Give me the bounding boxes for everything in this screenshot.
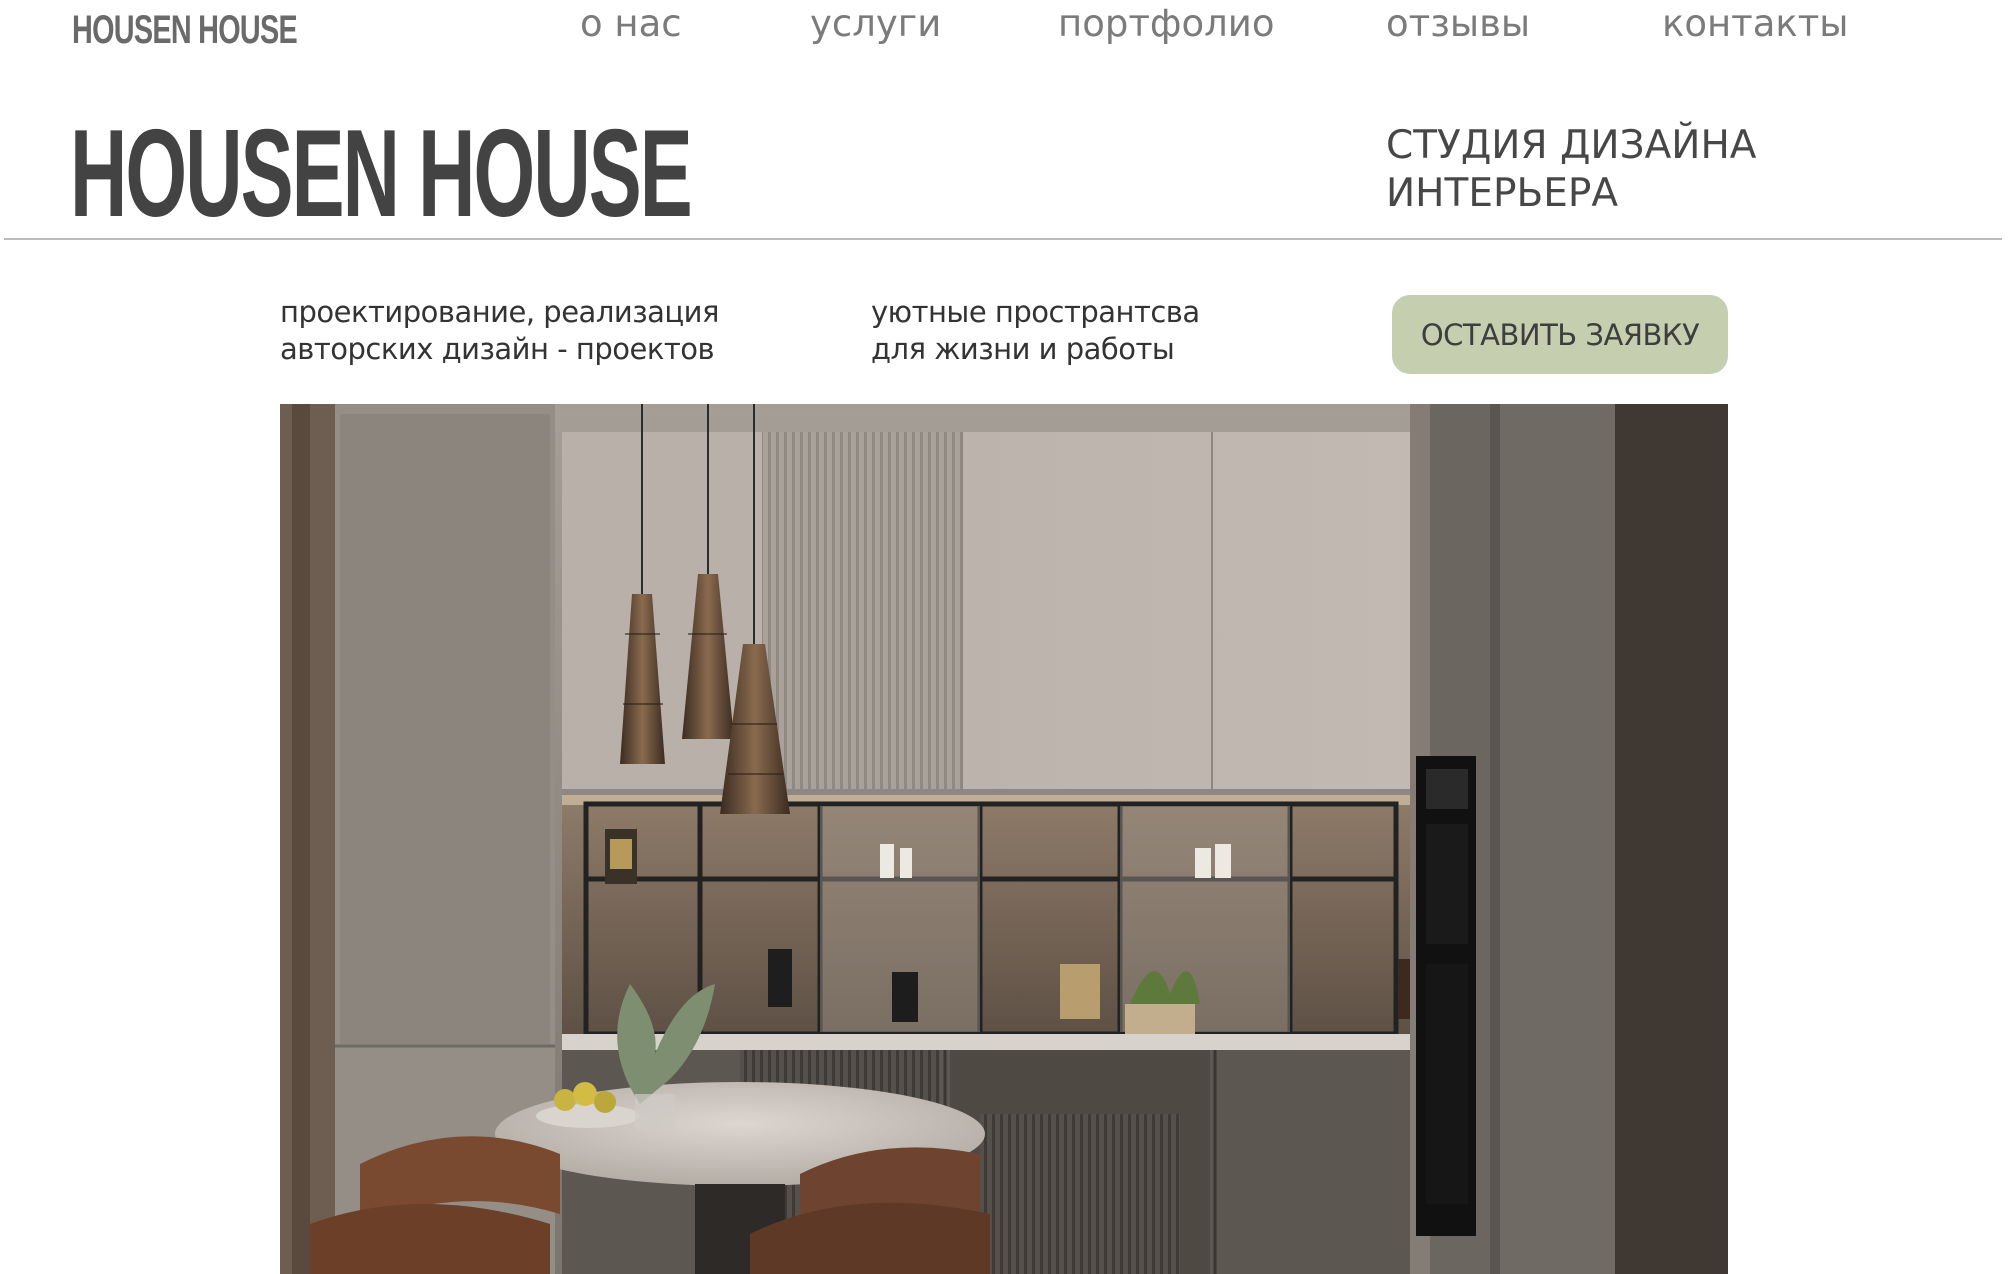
- nav-services[interactable]: услуги: [810, 2, 941, 45]
- tagline-spaces-line-1: уютные пространтсва: [871, 295, 1200, 329]
- kitchen-hero-image: [280, 404, 1728, 1274]
- nav-portfolio[interactable]: портфолио: [1058, 2, 1274, 45]
- studio-subtitle: СТУДИЯ ДИЗАЙНА ИНТЕРЬЕРА: [1386, 122, 1756, 218]
- tagline-spaces: уютные пространтсва для жизни и работы: [871, 294, 1200, 368]
- tagline-spaces-line-2: для жизни и работы: [871, 332, 1175, 366]
- logo-small[interactable]: HOUSEN HOUSE: [72, 8, 298, 53]
- tagline-design-line-1: проектирование, реализация: [280, 295, 719, 329]
- request-button[interactable]: ОСТАВИТЬ ЗАЯВКУ: [1392, 295, 1728, 374]
- kitchen-interior-photo-icon: [280, 404, 1728, 1274]
- tagline-design: проектирование, реализация авторских диз…: [280, 294, 719, 368]
- page-title: HOUSEN HOUSE: [70, 105, 693, 243]
- tagline-design-line-2: авторских дизайн - проектов: [280, 332, 715, 366]
- nav-reviews[interactable]: отзывы: [1386, 2, 1530, 45]
- studio-line-1: СТУДИЯ ДИЗАЙНА: [1386, 123, 1757, 168]
- nav-contacts[interactable]: контакты: [1662, 2, 1849, 45]
- nav-about[interactable]: о нас: [580, 2, 682, 45]
- header-divider: [4, 238, 2002, 240]
- studio-line-2: ИНТЕРЬЕРА: [1386, 171, 1619, 216]
